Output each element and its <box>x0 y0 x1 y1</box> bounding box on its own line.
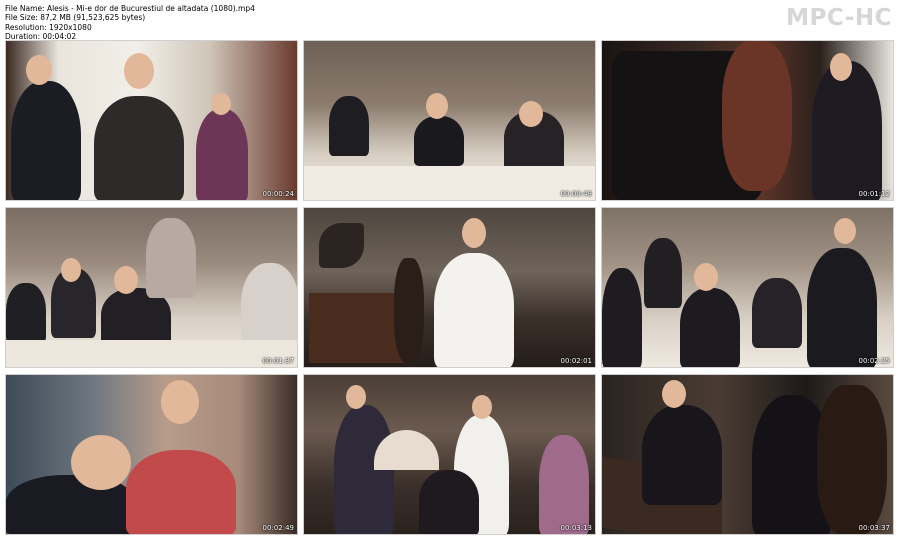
scene-figure <box>419 470 479 534</box>
scene-figure <box>11 81 81 200</box>
thumbnail-8: 00:03:13 <box>303 374 596 535</box>
thumbnail-timestamp: 00:02:49 <box>262 524 294 532</box>
scene-figure <box>602 268 642 367</box>
file-info: File Name: Alesis - Mi-e dor de Bucurest… <box>5 4 255 42</box>
mpc-hc-logo: MPC-HC <box>786 5 892 31</box>
scene-gramophone <box>319 223 364 268</box>
scene-face <box>426 93 448 119</box>
file-size-text: File Size: 87,2 MB (91,523,625 bytes) <box>5 13 146 23</box>
scene-face <box>694 263 718 291</box>
scene-figure <box>126 450 236 534</box>
thumbnail-timestamp: 00:00:24 <box>262 190 294 198</box>
resolution-text: Resolution: 1920x1080 <box>5 22 92 32</box>
thumbnail-timestamp: 00:01:37 <box>262 357 294 365</box>
scene-face <box>26 55 52 85</box>
thumbnail-timestamp: 00:02:01 <box>560 357 592 365</box>
scene-figure <box>329 96 369 156</box>
scene-guitar <box>394 258 424 363</box>
scene-figure <box>539 435 589 534</box>
scene-figure <box>642 405 722 505</box>
thumbnail-7: 00:02:49 <box>5 374 298 535</box>
scene-figure <box>6 283 46 343</box>
thumbnail-grid: 00:00:24 00:00:48 00:01:12 00:01:37 00:0… <box>5 40 895 536</box>
scene-face <box>472 395 492 419</box>
scene-face <box>462 218 486 248</box>
scene-face <box>519 101 543 127</box>
scene-face <box>662 380 686 408</box>
scene-figure <box>644 238 682 308</box>
file-name-text: File Name: Alesis - Mi-e dor de Bucurest… <box>5 4 255 13</box>
thumbnail-timestamp: 00:00:48 <box>560 190 592 198</box>
scene-face <box>211 93 231 115</box>
scene-figure <box>680 288 740 367</box>
scene-face <box>114 266 138 294</box>
scene-face <box>834 218 856 244</box>
scene-figure <box>807 248 877 367</box>
scene-table <box>304 166 595 200</box>
scene-double-bass <box>722 41 792 191</box>
thumbnail-timestamp: 00:03:13 <box>560 524 592 532</box>
scene-figure <box>196 109 248 200</box>
scene-face <box>124 53 154 89</box>
scene-face <box>830 53 852 81</box>
scene-double-bass <box>817 385 887 534</box>
scene-figure <box>334 405 394 534</box>
thumbnail-9: 00:03:37 <box>601 374 894 535</box>
thumbnail-6: 00:02:25 <box>601 207 894 368</box>
thumbnail-1: 00:00:24 <box>5 40 298 201</box>
scene-table <box>6 340 297 367</box>
scene-face <box>71 435 131 490</box>
scene-face <box>346 385 366 409</box>
scene-figure <box>434 253 514 367</box>
thumbnail-5: 00:02:01 <box>303 207 596 368</box>
thumbnail-timestamp: 00:03:37 <box>858 524 890 532</box>
scene-face <box>61 258 81 282</box>
scene-figure <box>752 278 802 348</box>
scene-cabinet <box>309 293 404 363</box>
scene-figure <box>146 218 196 298</box>
scene-figure <box>414 116 464 166</box>
scene-face <box>161 380 199 424</box>
thumbnail-timestamp: 00:02:25 <box>858 357 890 365</box>
thumbnail-2: 00:00:48 <box>303 40 596 201</box>
scene-figure <box>812 61 882 200</box>
thumbnail-timestamp: 00:01:12 <box>858 190 890 198</box>
scene-figure <box>94 96 184 200</box>
thumbnail-3: 00:01:12 <box>601 40 894 201</box>
thumbnail-4: 00:01:37 <box>5 207 298 368</box>
